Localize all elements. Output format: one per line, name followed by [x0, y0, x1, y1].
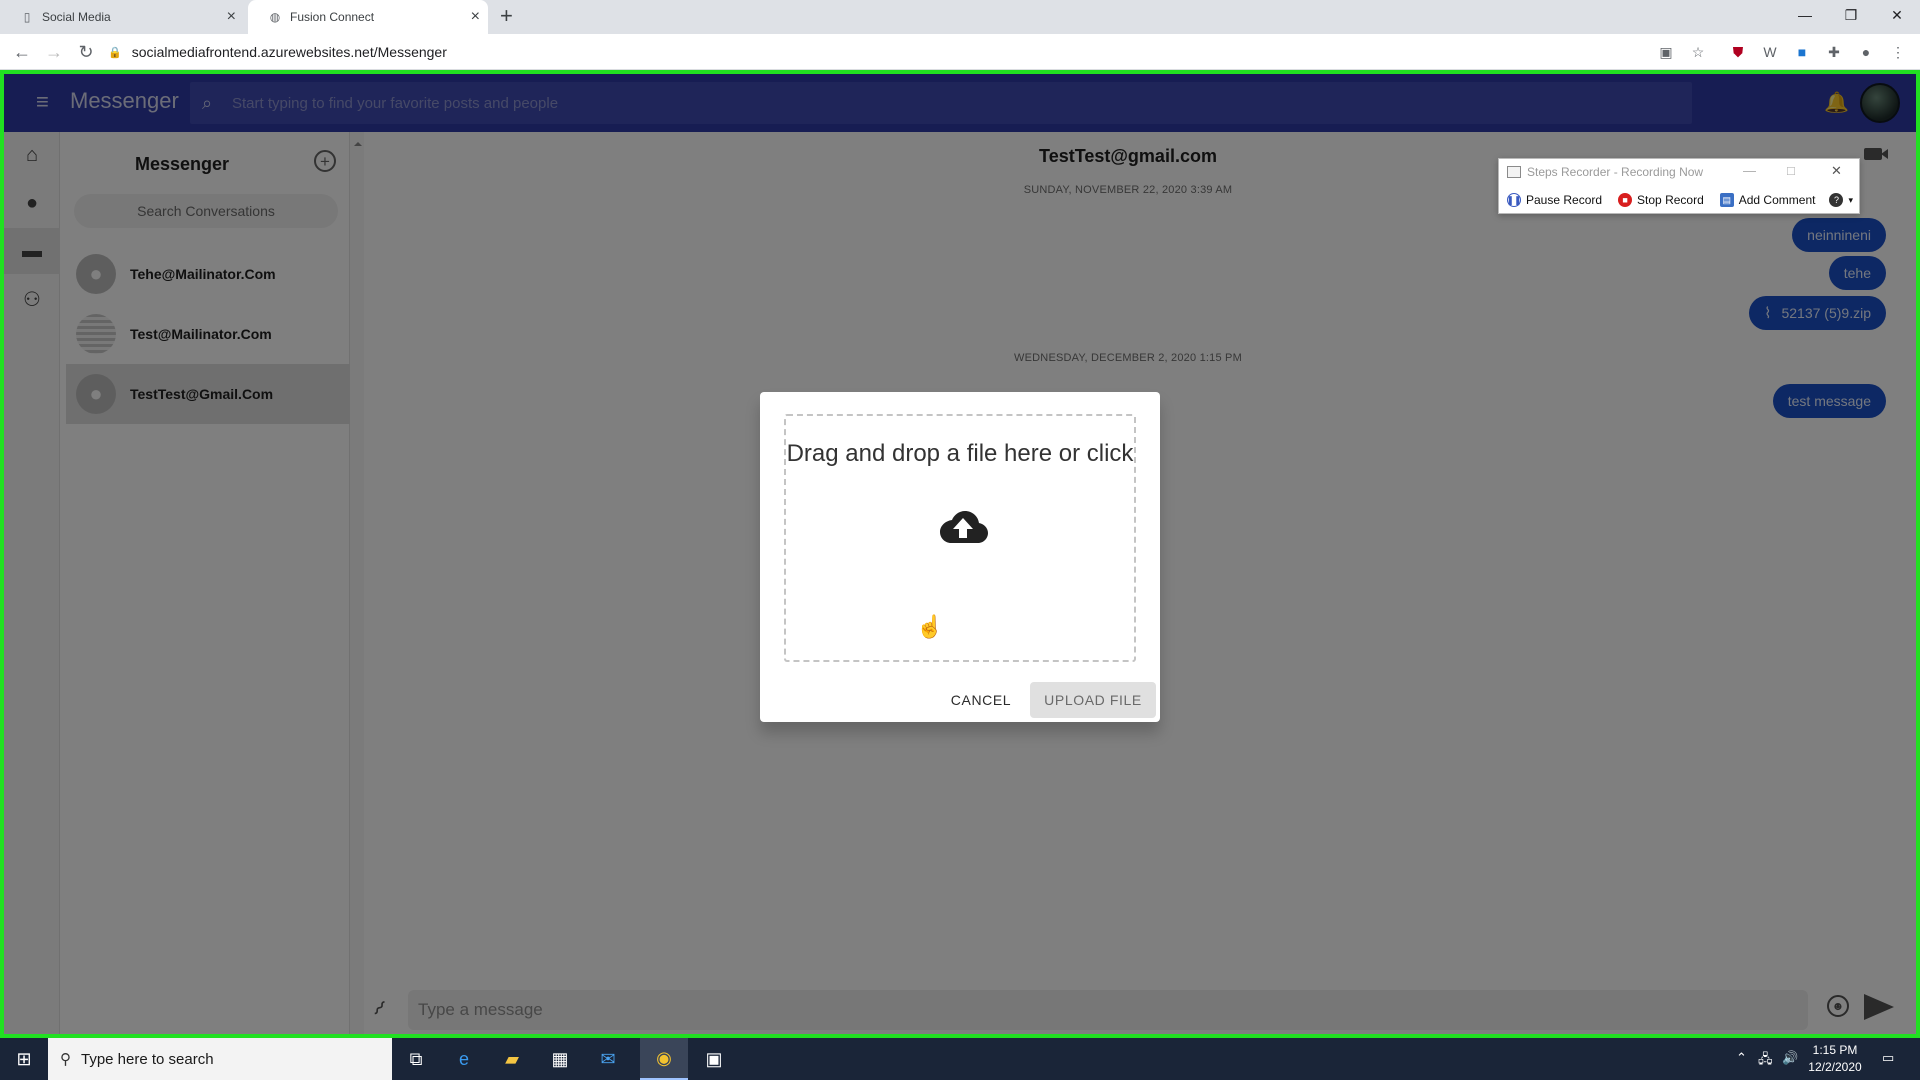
file-explorer-icon[interactable]: ▰	[488, 1038, 536, 1080]
browser-toolbar: ← → ↻ 🔒 socialmediafrontend.azurewebsite…	[0, 34, 1920, 70]
url-text: socialmediafrontend.azurewebsites.net/Me…	[131, 44, 447, 60]
new-tab-button[interactable]: +	[500, 5, 513, 27]
stop-record-label: Stop Record	[1637, 193, 1704, 207]
help-icon: ?	[1829, 193, 1844, 207]
close-icon[interactable]: ✕	[1831, 163, 1842, 179]
maximize-icon[interactable]: □	[1787, 163, 1795, 178]
profile-icon[interactable]: ●	[1855, 41, 1877, 63]
forward-icon[interactable]: →	[42, 40, 66, 64]
browser-tab-social-media[interactable]: ▯ Social Media ×	[0, 0, 244, 34]
pause-icon: ❚❚	[1506, 193, 1522, 207]
steps-recorder-title: Steps Recorder - Recording Now	[1527, 165, 1704, 179]
steps-recorder-taskbar-icon[interactable]: ▣	[690, 1038, 738, 1080]
tab-title: Fusion Connect	[290, 10, 375, 24]
stop-record-button[interactable]: ■ Stop Record	[1618, 193, 1704, 207]
steps-recorder-window: Steps Recorder - Recording Now — □ ✕ ❚❚ …	[1498, 158, 1860, 214]
clock-time: 1:15 PM	[1812, 1043, 1858, 1057]
hand-cursor-icon: ☝	[916, 614, 944, 639]
browser-tab-fusion-connect[interactable]: ◍ Fusion Connect ×	[248, 0, 488, 34]
back-icon[interactable]: ←	[10, 40, 34, 64]
store-icon[interactable]: ▦	[536, 1038, 584, 1080]
taskbar-clock[interactable]: 1:15 PM 12/2/2020	[1800, 1042, 1870, 1076]
windows-start-icon[interactable]: ⊞	[0, 1038, 48, 1080]
extension-w-icon[interactable]: W	[1759, 41, 1781, 63]
taskbar-search[interactable]: ⚲ Type here to search	[48, 1038, 392, 1080]
upload-file-button[interactable]: UPLOAD FILE	[1030, 682, 1156, 718]
document-icon: ▯	[23, 10, 31, 24]
upload-file-dialog: Drag and drop a file here or click CANCE…	[760, 392, 1160, 722]
network-icon[interactable]: 🖧	[1758, 1050, 1773, 1072]
translate-icon[interactable]: ▣	[1655, 41, 1677, 63]
minimize-icon[interactable]: —	[1743, 163, 1756, 178]
ublock-icon[interactable]: ⛊	[1727, 41, 1749, 63]
extension-s-icon[interactable]: ■	[1791, 41, 1813, 63]
steps-recorder-titlebar: Steps Recorder - Recording Now	[1499, 159, 1859, 185]
windows-taskbar: ⊞ ⚲ Type here to search ⧉ e ▰ ▦ ✉ ◉ ▣ ⌃ …	[0, 1038, 1920, 1080]
tab-title: Social Media	[42, 10, 111, 24]
extensions-puzzle-icon[interactable]: ✚	[1823, 41, 1845, 63]
close-window-icon[interactable]: ✕	[1874, 0, 1920, 30]
close-tab-icon[interactable]: ×	[471, 9, 480, 25]
globe-icon: ◍	[269, 10, 281, 24]
clock-date: 12/2/2020	[1808, 1060, 1862, 1074]
browser-tabstrip: ▯ Social Media × ◍ Fusion Connect × + — …	[0, 0, 1920, 34]
help-dropdown-button[interactable]: ? ▾	[1829, 193, 1853, 207]
bookmark-star-icon[interactable]: ☆	[1687, 41, 1709, 63]
action-center-icon[interactable]: ▭	[1882, 1050, 1894, 1066]
dropzone-text: Drag and drop a file here or click	[786, 440, 1134, 467]
steps-recorder-toolbar: ❚❚ Pause Record ■ Stop Record ▤ Add Comm…	[1499, 187, 1859, 213]
steps-recorder-app-icon	[1507, 166, 1521, 178]
edge-icon[interactable]: e	[440, 1038, 488, 1080]
tray-chevron-icon[interactable]: ⌃	[1736, 1050, 1747, 1066]
add-comment-label: Add Comment	[1738, 193, 1816, 207]
add-comment-button[interactable]: ▤ Add Comment	[1719, 193, 1816, 207]
lock-icon: 🔒	[108, 46, 122, 59]
close-tab-icon[interactable]: ×	[227, 9, 236, 25]
menu-kebab-icon[interactable]: ⋮	[1887, 41, 1909, 63]
volume-icon[interactable]: 🔊	[1782, 1050, 1798, 1066]
stop-icon: ■	[1618, 193, 1633, 207]
restore-icon[interactable]: ❐	[1828, 0, 1874, 30]
mail-icon[interactable]: ✉	[584, 1038, 632, 1080]
search-icon: ⚲	[60, 1051, 71, 1068]
task-view-icon[interactable]: ⧉	[392, 1038, 440, 1080]
pause-record-button[interactable]: ❚❚ Pause Record	[1506, 193, 1603, 207]
chevron-down-icon: ▾	[1848, 194, 1853, 205]
minimize-icon[interactable]: —	[1782, 0, 1828, 30]
pause-record-label: Pause Record	[1526, 193, 1603, 207]
cloud-upload-icon	[940, 511, 988, 543]
file-dropzone[interactable]: Drag and drop a file here or click	[784, 414, 1136, 662]
taskbar-search-placeholder: Type here to search	[81, 1050, 214, 1068]
cancel-button[interactable]: CANCEL	[940, 682, 1022, 718]
comment-icon: ▤	[1719, 193, 1734, 207]
address-bar[interactable]: 🔒 socialmediafrontend.azurewebsites.net/…	[108, 38, 1698, 66]
chrome-icon[interactable]: ◉	[640, 1038, 688, 1080]
reload-icon[interactable]: ↻	[74, 40, 98, 64]
page-viewport: ≡ Messenger ⌕ Start typing to find your …	[0, 70, 1920, 1038]
